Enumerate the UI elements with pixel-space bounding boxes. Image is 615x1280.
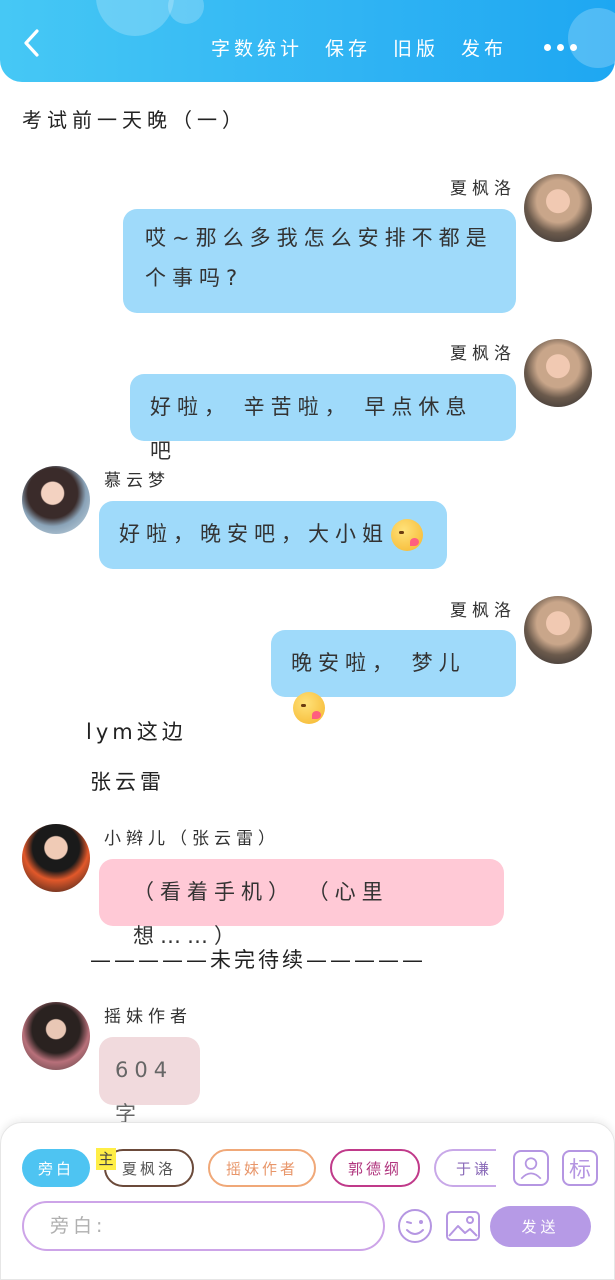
speaker-name: 摇妹作者	[104, 1007, 192, 1027]
message-text: 604字	[115, 1058, 174, 1126]
image-icon[interactable]	[444, 1207, 482, 1245]
add-role-icon[interactable]	[513, 1150, 549, 1186]
publish-button[interactable]: 发布	[461, 34, 507, 61]
avatar[interactable]	[524, 174, 592, 242]
message-bubble: 好啦， 辛苦啦， 早点休息吧	[130, 374, 516, 463]
message-text: 好啦，晚安吧，大小姐	[119, 522, 389, 546]
avatar[interactable]	[524, 339, 592, 407]
avatar[interactable]	[22, 466, 90, 534]
kissing-face-icon	[293, 692, 325, 724]
kissing-face-icon	[391, 519, 423, 551]
message-bubble: （看着手机） （心里想……）	[99, 859, 504, 948]
decor-bubble	[568, 8, 615, 68]
label-icon[interactable]: 标	[562, 1150, 598, 1186]
narration-text: lym这边	[86, 720, 187, 744]
header-actions: 字数统计 保存 旧版 发布	[211, 34, 507, 61]
message-text: 晚安啦， 梦儿	[291, 651, 466, 675]
speaker-name: 夏枫洛	[450, 601, 516, 621]
avatar[interactable]	[22, 1002, 90, 1070]
message-input[interactable]	[22, 1201, 385, 1251]
to-be-continued-divider: —————未完待续—————	[90, 948, 426, 972]
message-bubble: 好啦，晚安吧，大小姐	[99, 501, 447, 569]
message-bubble: 哎~那么多我怎么安排不都是 个事吗?	[123, 209, 516, 313]
decor-bubble	[168, 0, 204, 24]
decor-bubble	[96, 0, 174, 36]
word-count-bubble: 604字	[99, 1037, 200, 1126]
speaker-name: 夏枫洛	[450, 344, 516, 364]
word-count-button[interactable]: 字数统计	[211, 34, 303, 61]
speaker-name: 夏枫洛	[450, 179, 516, 199]
message-line: 哎~那么多我怎么安排不都是	[145, 226, 493, 250]
role-chip-narration[interactable]: 旁白	[22, 1149, 90, 1187]
old-version-button[interactable]: 旧版	[393, 34, 439, 61]
message-text: （看着手机） （心里想……）	[133, 880, 389, 948]
role-chip-xiafengluo[interactable]: 夏枫洛	[104, 1149, 194, 1187]
chapter-title: 考试前一天晚（一）	[22, 108, 247, 132]
top-bar: 字数统计 保存 旧版 发布	[0, 0, 615, 82]
save-button[interactable]: 保存	[325, 34, 371, 61]
role-chip-author[interactable]: 摇妹作者	[208, 1149, 316, 1187]
emoji-icon[interactable]	[396, 1207, 434, 1245]
role-chip-guodegang[interactable]: 郭德纲	[330, 1149, 420, 1187]
send-button[interactable]: 发送	[490, 1206, 591, 1247]
avatar[interactable]	[524, 596, 592, 664]
more-dots-icon[interactable]	[544, 44, 577, 51]
main-role-badge: 主	[96, 1148, 116, 1170]
speaker-name: 小辫儿（张云雷）	[104, 829, 280, 849]
message-text: 好啦， 辛苦啦， 早点休息吧	[150, 395, 473, 463]
role-chip-yuqian[interactable]: 于谦	[434, 1149, 496, 1187]
narration-text: 张云雷	[90, 770, 165, 794]
speaker-name: 慕云梦	[104, 471, 170, 491]
avatar[interactable]	[22, 824, 90, 892]
message-bubble: 晚安啦， 梦儿	[271, 630, 516, 724]
chevron-left-icon[interactable]	[18, 28, 48, 58]
message-line: 个事吗?	[145, 266, 244, 290]
